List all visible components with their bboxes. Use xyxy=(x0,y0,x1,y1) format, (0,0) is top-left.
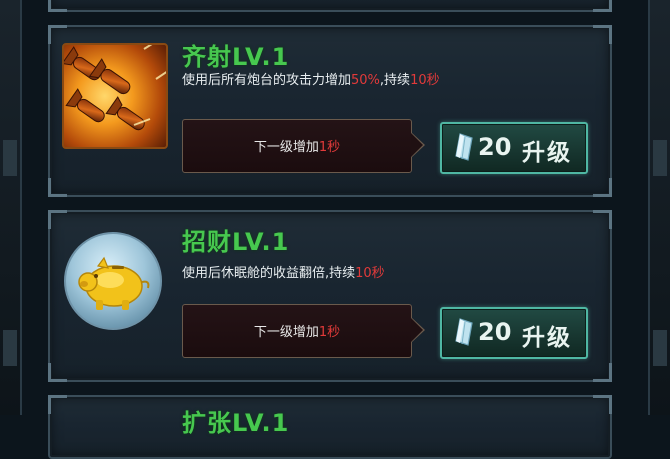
frame-left-edge xyxy=(0,0,22,415)
upgrade-button[interactable]: 20 升级 xyxy=(440,122,588,174)
upgrade-button[interactable]: 20 升级 xyxy=(440,307,588,359)
crystal-icon xyxy=(455,133,473,161)
upgrade-cost: 20 xyxy=(478,318,512,346)
frame-notch xyxy=(653,330,667,366)
description-text: ,持续 xyxy=(379,73,411,88)
description-text: 使用后所有炮台的攻击力增加 xyxy=(182,73,352,88)
next-level-highlight: 1秒 xyxy=(318,140,341,155)
skill-description: 使用后休眠舱的收益翻倍,持续10秒 xyxy=(182,264,482,284)
upgrade-label: 升级 xyxy=(522,140,572,166)
description-highlight: 10秒 xyxy=(355,266,385,281)
skill-title: 招财LV.1 xyxy=(182,228,290,256)
description-highlight: 50% xyxy=(351,73,380,88)
description-highlight: 10秒 xyxy=(410,73,440,88)
frame-notch xyxy=(3,140,17,176)
frame-notch xyxy=(3,330,17,366)
next-level-text: 下一级增加 xyxy=(253,140,319,155)
skill-description: 使用后所有炮台的攻击力增加50%,持续10秒 xyxy=(182,71,482,91)
frame-right-edge xyxy=(648,0,670,415)
next-level-info: 下一级增加1秒 xyxy=(182,119,425,173)
frame-notch xyxy=(653,140,667,176)
skill-panel-previous xyxy=(48,0,612,12)
skill-panel-volley: 齐射LV.1 使用后所有炮台的攻击力增加50%,持续10秒 下一级增加1秒 20… xyxy=(48,25,612,197)
skill-title: 扩张LV.1 xyxy=(182,409,290,437)
golden-piggy-bank-icon xyxy=(64,232,162,330)
next-level-text: 下一级增加 xyxy=(253,325,319,340)
rocket-salvo-icon xyxy=(62,43,168,149)
skill-panel-fortune: 招财LV.1 使用后休眠舱的收益翻倍,持续10秒 下一级增加1秒 20 升级 xyxy=(48,210,612,382)
upgrade-label: 升级 xyxy=(522,325,572,351)
description-text: 使用后休眠舱的收益翻倍,持续 xyxy=(182,266,356,281)
crystal-icon xyxy=(455,318,473,346)
next-level-highlight: 1秒 xyxy=(318,325,341,340)
upgrade-cost: 20 xyxy=(478,133,512,161)
skill-title: 齐射LV.1 xyxy=(182,43,290,71)
next-level-info: 下一级增加1秒 xyxy=(182,304,425,358)
skill-panel-expand: 扩张LV.1 xyxy=(48,395,612,459)
